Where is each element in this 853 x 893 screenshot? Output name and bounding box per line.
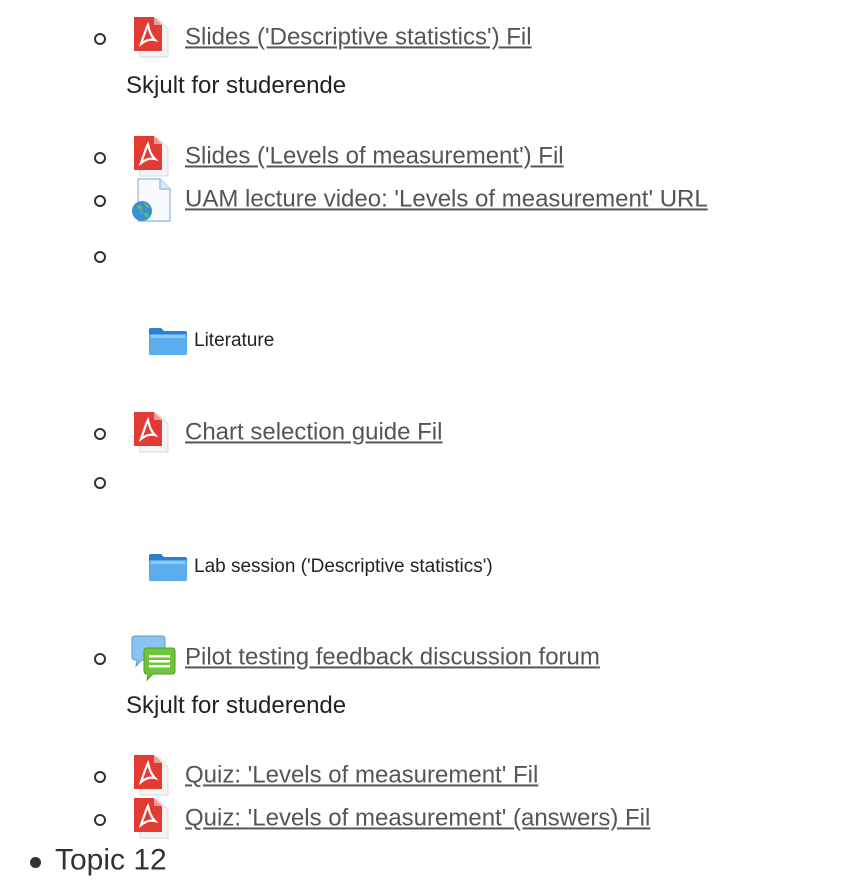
list-bullet bbox=[94, 814, 106, 826]
folder-label: Literature bbox=[194, 330, 275, 351]
topic-bullet bbox=[30, 857, 41, 868]
activity-link[interactable]: Chart selection guide Fil bbox=[185, 418, 442, 446]
topic-title[interactable]: Topic 12 bbox=[55, 843, 167, 877]
hidden-from-students-note: Skjult for studerende bbox=[126, 692, 347, 719]
list-bullet bbox=[94, 33, 106, 45]
list-bullet bbox=[94, 251, 106, 263]
list-bullet bbox=[94, 477, 106, 489]
folder-icon bbox=[148, 552, 188, 582]
list-bullet bbox=[94, 653, 106, 665]
activity-link[interactable]: Quiz: 'Levels of measurement' Fil bbox=[185, 761, 538, 789]
folder-label: Lab session ('Descriptive statistics') bbox=[194, 556, 493, 577]
list-bullet bbox=[94, 195, 106, 207]
activity-link[interactable]: Slides ('Descriptive statistics') Fil bbox=[185, 23, 532, 51]
url-globe-icon[interactable] bbox=[128, 175, 178, 225]
activity-link[interactable]: UAM lecture video: 'Levels of measuremen… bbox=[185, 185, 708, 213]
pdf-file-icon[interactable] bbox=[128, 408, 178, 458]
list-bullet bbox=[94, 771, 106, 783]
pdf-file-icon[interactable] bbox=[128, 13, 178, 63]
activity-link[interactable]: Slides ('Levels of measurement') Fil bbox=[185, 142, 564, 170]
hidden-from-students-note: Skjult for studerende bbox=[126, 72, 347, 99]
forum-chat-icon[interactable] bbox=[128, 633, 178, 683]
activity-link[interactable]: Quiz: 'Levels of measurement' (answers) … bbox=[185, 804, 650, 832]
pdf-file-icon[interactable] bbox=[128, 794, 178, 844]
activity-link[interactable]: Pilot testing feedback discussion forum bbox=[185, 643, 600, 671]
folder-icon bbox=[148, 326, 188, 356]
list-bullet bbox=[94, 428, 106, 440]
list-bullet bbox=[94, 152, 106, 164]
